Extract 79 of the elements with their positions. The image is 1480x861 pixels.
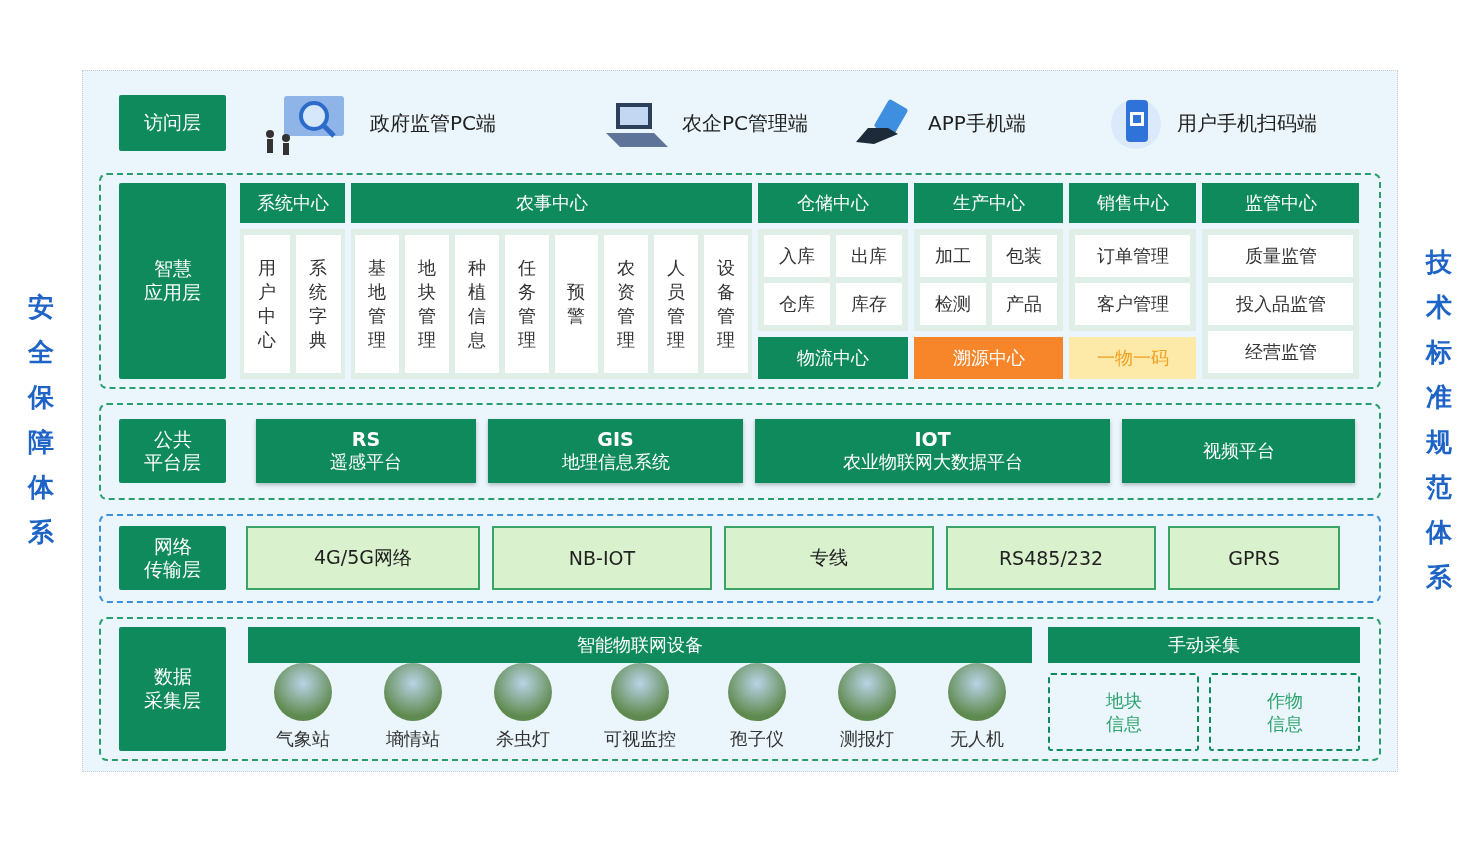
access-label: 农企PC管理端 <box>682 109 809 137</box>
label-line: 数据 <box>153 665 192 689</box>
center-header: 系统中心 <box>240 183 345 223</box>
label-line: 信息 <box>1105 712 1142 736</box>
device-label: 墒情站 <box>386 727 440 751</box>
module-cell[interactable]: 任务管理 <box>504 235 549 373</box>
label-line: 地块 <box>1105 688 1142 712</box>
label-line: 智慧 <box>153 257 192 281</box>
module-cell[interactable]: 农资管理 <box>604 235 649 373</box>
module-cell[interactable]: 用户中心 <box>244 235 290 373</box>
label-line: 采集层 <box>144 689 201 713</box>
module-cell[interactable]: 设备管理 <box>704 235 748 373</box>
module-cell[interactable]: 人员管理 <box>654 235 699 373</box>
photo-placeholder <box>948 663 1006 721</box>
module-cell[interactable]: 地块管理 <box>404 235 449 373</box>
platform-name: 视频平台 <box>1202 439 1275 464</box>
photo-placeholder <box>494 663 552 721</box>
photo-placeholder <box>728 663 786 721</box>
platform-name: 遥感平台 <box>330 450 402 475</box>
access-label: APP手机端 <box>928 109 1026 137</box>
photo-placeholder <box>384 663 442 721</box>
side-title: 安全保障体系 <box>28 291 54 549</box>
network-box: 4G/5G网络 <box>246 526 480 591</box>
module-cell[interactable]: 产品 <box>991 282 1057 325</box>
layer-label: 访问层 <box>119 95 226 151</box>
module-cell[interactable]: 入库 <box>764 235 830 277</box>
platform-name: 农业物联网大数据平台 <box>842 450 1023 475</box>
center-header: 监管中心 <box>1202 183 1359 223</box>
center-header: 溯源中心 <box>914 336 1063 379</box>
module-cell[interactable]: 客户管理 <box>1075 282 1190 325</box>
center-header: 农事中心 <box>351 183 752 223</box>
module-cell[interactable]: 经营监管 <box>1208 330 1353 373</box>
label-line: 传输层 <box>144 558 201 583</box>
platform-code: GIS <box>597 428 634 451</box>
device-label: 杀虫灯 <box>496 727 550 751</box>
module-cell[interactable]: 加工 <box>920 235 986 277</box>
label-line: 作物 <box>1266 688 1303 712</box>
photo-placeholder <box>838 663 896 721</box>
module-cell[interactable]: 基地管理 <box>355 235 399 373</box>
label-line: 公共 <box>153 427 192 452</box>
network-box: 专线 <box>724 526 934 591</box>
platform-name: 地理信息系统 <box>561 450 670 475</box>
module-cell[interactable]: 投入品监管 <box>1208 282 1353 325</box>
label-line: 信息 <box>1266 712 1303 736</box>
access-label: 政府监管PC端 <box>370 109 497 137</box>
module-cell[interactable]: 出库 <box>836 235 902 277</box>
device-label: 孢子仪 <box>730 727 784 751</box>
module-cell[interactable]: 系统字典 <box>295 235 341 373</box>
network-box: RS485/232 <box>946 526 1156 591</box>
module-cell[interactable]: 订单管理 <box>1075 235 1190 277</box>
device-label: 气象站 <box>276 727 330 751</box>
module-cell[interactable]: 预警 <box>554 235 599 373</box>
center-header: 仓储中心 <box>758 183 908 223</box>
device-label: 可视监控 <box>604 727 676 751</box>
center-header: 物流中心 <box>758 336 908 379</box>
device-label: 测报灯 <box>840 727 894 751</box>
module-cell[interactable]: 检测 <box>920 282 986 325</box>
label-line: 应用层 <box>144 280 201 305</box>
section-header: 智能物联网设备 <box>248 627 1032 663</box>
section-header: 手动采集 <box>1048 627 1360 663</box>
platform-code: RS <box>351 428 381 451</box>
network-box: NB-IOT <box>492 526 712 591</box>
center-header: 销售中心 <box>1069 183 1196 223</box>
side-title: 技术标准规范体系 <box>1426 246 1452 594</box>
photo-placeholder <box>274 663 332 721</box>
photo-placeholder <box>611 663 669 721</box>
center-header: 生产中心 <box>914 183 1063 223</box>
network-box: GPRS <box>1168 526 1340 591</box>
platform-code: IOT <box>914 428 951 451</box>
module-cell[interactable]: 仓库 <box>764 282 830 325</box>
label-line: 网络 <box>153 534 192 559</box>
module-cell[interactable]: 包装 <box>991 235 1057 277</box>
module-cell[interactable]: 种植信息 <box>454 235 499 373</box>
device-label: 无人机 <box>950 727 1004 751</box>
module-cell[interactable]: 库存 <box>836 282 902 325</box>
label-line: 平台层 <box>144 451 201 475</box>
access-label: 用户手机扫码端 <box>1177 109 1317 137</box>
module-cell[interactable]: 质量监管 <box>1208 235 1353 277</box>
center-header: 一物一码 <box>1069 336 1196 379</box>
